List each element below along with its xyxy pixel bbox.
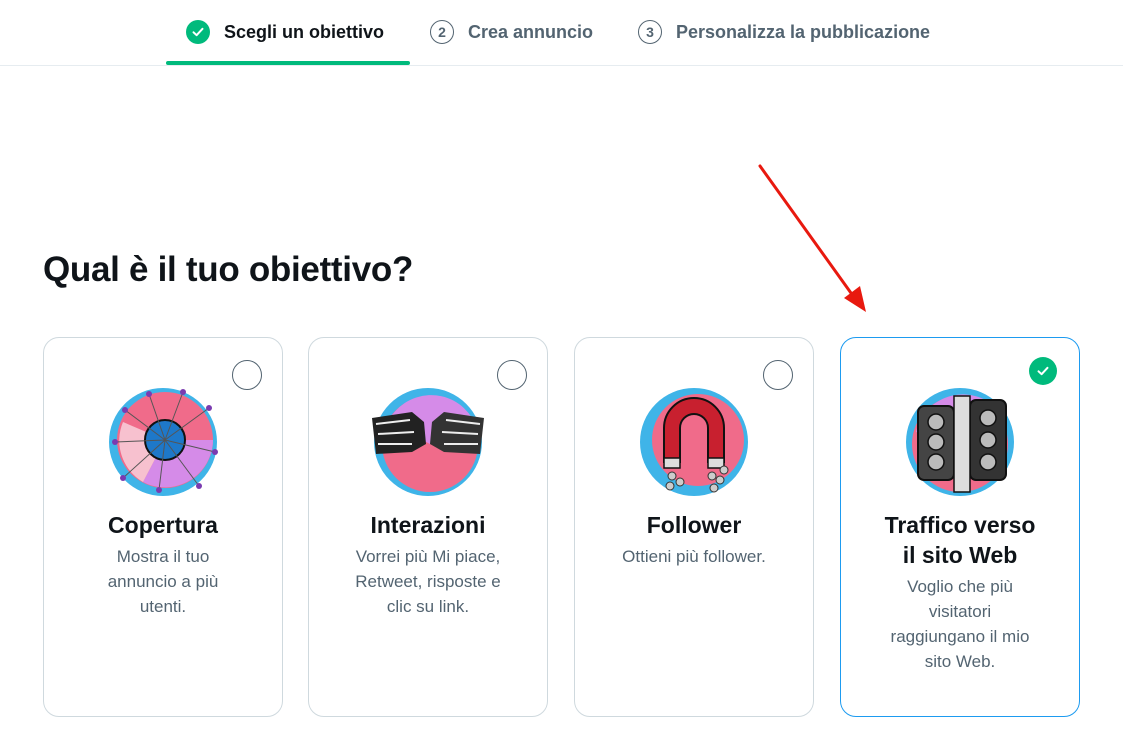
card-description: Ottieni più follower. <box>622 547 766 566</box>
card-title: Traffico verso il sito Web <box>884 512 1036 568</box>
card-description: Voglio che più visitatori raggiungano il… <box>890 577 1030 671</box>
radio-button[interactable] <box>232 360 262 390</box>
card-description: Mostra il tuo annuncio a più utenti. <box>107 547 219 616</box>
traffic-light-icon <box>906 388 1014 496</box>
objective-card-engagement[interactable]: Interazioni Vorrei più Mi piace, Retweet… <box>308 337 548 717</box>
step-create-ad[interactable]: 2 Crea annuncio <box>430 0 593 64</box>
reach-target-icon <box>109 388 218 496</box>
card-title: Copertura <box>108 512 218 538</box>
objective-card-reach[interactable]: Copertura Mostra il tuo annuncio a più u… <box>43 337 283 717</box>
fist-bump-icon <box>372 388 484 496</box>
objective-card-website-traffic[interactable]: Traffico verso il sito Web Voglio che pi… <box>840 337 1080 717</box>
checkmark-icon <box>186 20 210 44</box>
active-step-indicator <box>166 61 410 65</box>
card-title: Interazioni <box>370 512 486 538</box>
card-title: Follower <box>646 512 742 538</box>
step-customize-delivery[interactable]: 3 Personalizza la pubblicazione <box>638 0 930 64</box>
magnet-icon <box>640 388 748 496</box>
radio-button[interactable] <box>763 360 793 390</box>
step-number: 3 <box>638 20 662 44</box>
step-label: Crea annuncio <box>468 21 594 42</box>
annotation-arrow-icon <box>758 164 866 312</box>
step-number: 2 <box>430 20 454 44</box>
radio-button[interactable] <box>497 360 527 390</box>
page-title: Qual è il tuo obiettivo? <box>43 250 414 289</box>
checkmark-icon <box>1037 366 1049 376</box>
step-label: Scegli un obiettivo <box>224 21 385 42</box>
step-choose-objective[interactable]: Scegli un obiettivo <box>186 0 384 64</box>
checked-radio-button[interactable] <box>1029 357 1057 385</box>
objective-card-followers[interactable]: Follower Ottieni più follower. <box>574 337 814 717</box>
step-label: Personalizza la pubblicazione <box>676 21 931 42</box>
card-description: Vorrei più Mi piace, Retweet, risposte e… <box>355 547 501 616</box>
progress-stepper: Scegli un obiettivo 2 Crea annuncio 3 Pe… <box>0 0 1123 66</box>
